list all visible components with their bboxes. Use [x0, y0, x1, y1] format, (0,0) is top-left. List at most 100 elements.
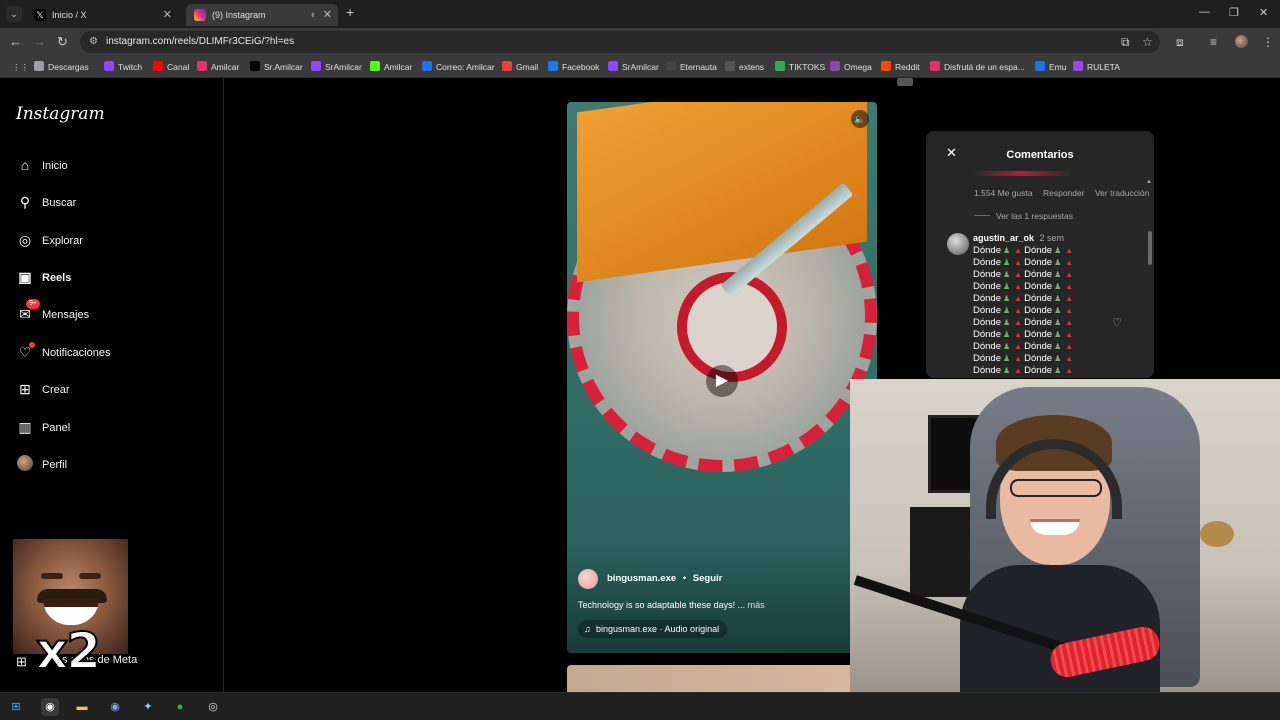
bookmark-item[interactable]: Omega [830, 60, 872, 74]
commenter-avatar[interactable] [947, 233, 969, 255]
apps-grid-icon[interactable]: ⋮⋮ [12, 60, 29, 74]
bookmark-item[interactable]: RULETA [1073, 60, 1120, 74]
person-emoji-icon: ♟ [1054, 318, 1062, 327]
sidebar-item-mensajes[interactable]: ✉ 9+ Mensajes [14, 299, 210, 329]
bookmark-label: Twitch [118, 62, 143, 72]
tab-list-button[interactable]: ⌄ [6, 6, 22, 22]
sidebar-item-perfil[interactable]: Perfil [14, 451, 210, 479]
bookmark-item[interactable]: SrAmilcar [311, 60, 362, 74]
caption-more-link[interactable]: más [748, 600, 765, 610]
menu-kebab-icon[interactable]: ⋮ [1262, 35, 1274, 49]
comment-line: Dónde ♟ ▲ Dónde ♟ ▲ [973, 353, 1113, 365]
chrome-profile-icon[interactable]: ◉ [106, 698, 124, 716]
comment-body: Dónde ♟ ▲ Dónde ♟ ▲ Dónde ♟ ▲ Dónde ♟ ▲ Dónde ♟ ▲ Dónde… [973, 245, 1113, 377]
comment-word: Dónde [973, 269, 1001, 280]
bookmark-star-icon[interactable]: ☆ [1142, 35, 1153, 49]
person-emoji-icon: ♟ [1003, 306, 1011, 315]
tab-instagram[interactable]: (9) Instagram ◖ ✕ [186, 4, 338, 26]
person-emoji-icon: ♟ [1054, 354, 1062, 363]
scrollbar[interactable] [1148, 231, 1152, 265]
follow-button[interactable]: Seguir [693, 573, 723, 584]
reel-video[interactable]: 🔈 ▶ bingusman.exe • Seguir Technology is… [567, 102, 877, 653]
commenter-username[interactable]: agustin_ar_ok [973, 233, 1034, 243]
sidebar-item-notificaciones[interactable]: ♡ Notificaciones [14, 339, 210, 367]
instagram-logo[interactable]: Instagram [16, 104, 105, 124]
comment-word: Dónde [973, 317, 1001, 328]
view-replies-link[interactable]: Ver las 1 respuestas [974, 211, 1073, 221]
close-window-icon[interactable]: ✕ [1259, 6, 1268, 19]
restore-icon[interactable]: ❐ [1229, 6, 1239, 19]
sidebar-item-label: Perfil [42, 459, 68, 471]
author-username[interactable]: bingusman.exe [607, 573, 676, 584]
extensions-icon[interactable]: ⧈ [1176, 35, 1184, 50]
search-icon: ⚲ [19, 194, 31, 210]
bookmark-item[interactable]: Reddit [881, 60, 920, 74]
volume-icon[interactable]: 🔈 [851, 110, 869, 128]
sidebar-item-reels[interactable]: ▣ Reels [14, 264, 210, 292]
app-icon[interactable]: ✦ [139, 698, 157, 716]
sidebar-item-explorar[interactable]: ◎ Explorar [14, 227, 210, 255]
bookmark-item[interactable]: SrAmilcar [608, 60, 659, 74]
tab-x[interactable]: 𝕏 Inicio / X ✕ [26, 4, 178, 26]
close-tab-icon[interactable]: ✕ [163, 4, 172, 26]
bookmark-item[interactable]: Twitch [104, 60, 142, 74]
close-tab-icon[interactable]: ✕ [323, 4, 332, 26]
windows-start-icon[interactable]: ⊞ [7, 698, 25, 716]
bookmark-item[interactable]: Descargas [34, 60, 89, 74]
bookmark-item[interactable]: Correo: Amilcar [422, 60, 495, 74]
profile-avatar[interactable] [1235, 35, 1248, 51]
bookmark-label: Omega [844, 62, 872, 72]
like-comment-icon[interactable]: ♡ [1112, 316, 1122, 329]
minimize-icon[interactable]: — [1199, 6, 1210, 18]
bookmark-label: Amilcar [211, 62, 240, 72]
comment-age: 2 sem [1039, 233, 1065, 243]
tab-title: (9) Instagram [212, 10, 266, 20]
person-emoji-icon: ♟ [1003, 366, 1011, 375]
bookmark-item[interactable]: Sr.Amilcar [250, 60, 303, 74]
comment-word: Dónde [973, 365, 1001, 376]
red-triangle-emoji-icon: ▲ [1014, 330, 1023, 339]
red-triangle-emoji-icon: ▲ [1014, 270, 1023, 279]
author-avatar[interactable] [578, 569, 598, 589]
url-text: instagram.com/reels/DLIMFr3CEiG/?hl=es [106, 36, 295, 47]
bookmark-item[interactable]: Gmail [502, 60, 538, 74]
site-info-icon[interactable]: ⚙ [89, 31, 98, 53]
mute-tab-icon[interactable]: ◖ [309, 4, 316, 26]
file-explorer-icon[interactable]: ▬ [73, 698, 91, 716]
comment-line: Dónde ♟ ▲ Dónde ♟ ▲ [973, 329, 1113, 341]
sidebar-item-crear[interactable]: ⊞ Crear [14, 376, 210, 404]
red-triangle-emoji-icon: ▲ [1065, 306, 1074, 315]
url-field[interactable]: ⚙ instagram.com/reels/DLIMFr3CEiG/?hl=es [80, 31, 1160, 53]
media-control-icon[interactable]: ≡ [1210, 35, 1217, 49]
forward-icon[interactable]: → [33, 34, 46, 49]
more-icon[interactable] [897, 78, 913, 86]
reload-icon[interactable]: ↻ [57, 34, 68, 50]
play-icon[interactable]: ▶ [706, 365, 738, 397]
bookmark-item[interactable]: Emu [1035, 60, 1066, 74]
bookmark-item[interactable]: TIKTOKS [775, 60, 825, 74]
bookmark-label: Gmail [516, 62, 539, 72]
bookmark-label: SrAmilcar [622, 62, 659, 72]
bookmark-item[interactable]: Eternauta [666, 60, 717, 74]
red-triangle-emoji-icon: ▲ [1014, 318, 1023, 327]
new-tab-button[interactable]: + [346, 4, 354, 20]
sidebar-item-inicio[interactable]: ⌂ Inicio [14, 152, 210, 180]
bookmark-item[interactable]: Facebook [548, 60, 599, 74]
bookmark-item[interactable]: Amilcar [370, 60, 412, 74]
like-count[interactable]: 1.554 Me gusta [974, 188, 1033, 198]
spotify-icon[interactable]: ● [171, 698, 189, 716]
bookmark-item[interactable]: Canal [153, 60, 189, 74]
chrome-icon[interactable]: ◉ [41, 698, 59, 716]
audio-chip[interactable]: ♫ bingusman.exe · Audio original [578, 620, 728, 638]
scroll-up-icon[interactable]: ▲ [1146, 179, 1152, 185]
sidebar-item-buscar[interactable]: ⚲ Buscar [14, 189, 210, 217]
install-app-icon[interactable]: ⧉ [1121, 35, 1130, 50]
sidebar-item-panel[interactable]: ▥ Panel [14, 414, 210, 442]
bookmark-item[interactable]: Amilcar [197, 60, 239, 74]
obs-icon[interactable]: ◎ [204, 698, 222, 716]
bookmark-item[interactable]: Disfrutá de un espa... [930, 60, 1025, 74]
reply-button[interactable]: Responder [1043, 188, 1085, 198]
back-icon[interactable]: ← [9, 34, 22, 49]
translate-button[interactable]: Ver traducción [1095, 188, 1149, 198]
bookmark-item[interactable]: extens [725, 60, 764, 74]
